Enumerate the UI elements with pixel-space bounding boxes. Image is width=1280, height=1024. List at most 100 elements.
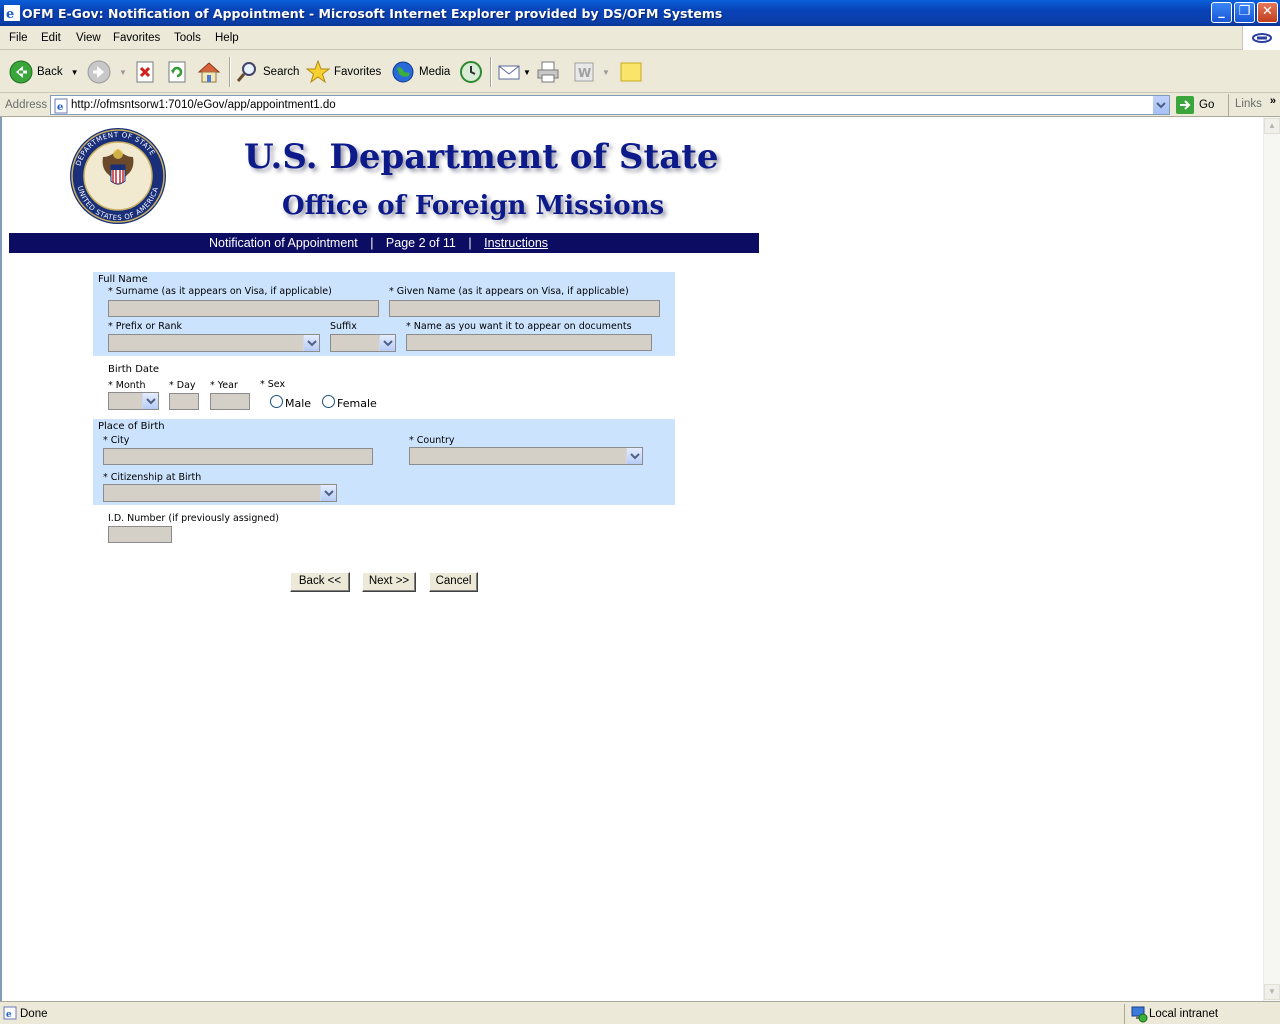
stop-icon — [136, 61, 154, 83]
suffix-select[interactable] — [330, 334, 396, 352]
form-nav-bar: Notification of Appointment | Page 2 of … — [9, 233, 759, 253]
toolbar: Back ▼ ▼ Search Favorites Media ▼ W ▼ — [0, 51, 1280, 93]
birth-city-input[interactable] — [103, 448, 373, 465]
cancel-form-button[interactable]: Cancel — [429, 572, 478, 592]
birth-month-select[interactable] — [108, 392, 159, 410]
svg-text:e: e — [57, 102, 63, 113]
security-zone: Local intranet — [1124, 1004, 1280, 1024]
vertical-scrollbar[interactable]: ▲ ▼ — [1263, 117, 1280, 1001]
menu-file[interactable]: File — [9, 32, 28, 44]
department-seal-logo: DEPARTMENT OF STATE UNITED STATES OF AME… — [70, 128, 166, 224]
menu-view[interactable]: View — [76, 32, 101, 44]
given-name-input[interactable] — [389, 300, 660, 317]
form-title: Notification of Appointment — [209, 236, 358, 250]
back-dropdown-icon[interactable]: ▼ — [71, 68, 79, 77]
home-icon — [197, 62, 221, 83]
address-input[interactable]: e http://ofmsntsorw1:7010/eGov/app/appoi… — [50, 95, 1170, 115]
discuss-button[interactable] — [619, 59, 643, 85]
status-text: Done — [20, 1008, 48, 1020]
id-number-input[interactable] — [108, 526, 172, 543]
home-button[interactable] — [197, 59, 221, 85]
citizenship-label: * Citizenship at Birth — [103, 472, 202, 483]
city-label: * City — [103, 435, 130, 446]
local-intranet-icon — [1131, 1006, 1148, 1023]
birth-day-input[interactable] — [169, 393, 199, 410]
windows-logo-icon — [1242, 26, 1280, 50]
sex-label: * Sex — [260, 379, 286, 390]
refresh-button[interactable] — [166, 59, 188, 85]
instructions-link[interactable]: Instructions — [484, 236, 548, 250]
page-heading-subtitle: Office of Foreign Missions — [282, 191, 665, 221]
stop-button[interactable] — [134, 59, 156, 85]
menu-favorites[interactable]: Favorites — [113, 32, 160, 44]
history-button[interactable] — [459, 59, 483, 85]
chevron-right-icon[interactable]: » — [1270, 95, 1276, 107]
go-button[interactable]: Go — [1176, 96, 1214, 114]
scroll-down-button[interactable]: ▼ — [1264, 984, 1280, 1000]
year-label: * Year — [210, 380, 238, 391]
prefix-select[interactable] — [108, 334, 320, 352]
prefix-label: * Prefix or Rank — [108, 321, 182, 332]
svg-text:e: e — [6, 1010, 12, 1020]
page-icon: e — [54, 98, 68, 114]
favorites-button[interactable]: Favorites — [306, 59, 381, 85]
birth-country-select[interactable] — [409, 447, 643, 465]
media-globe-icon — [392, 61, 414, 83]
edit-button[interactable]: W ▼ — [572, 59, 610, 85]
refresh-icon — [168, 61, 186, 83]
close-button[interactable]: ✕ — [1257, 2, 1278, 23]
chevron-down-icon — [324, 490, 334, 497]
menu-bar: File Edit View Favorites Tools Help — [0, 26, 1280, 50]
citizenship-select[interactable] — [103, 484, 337, 502]
edit-dropdown-icon[interactable]: ▼ — [602, 68, 610, 77]
chevron-down-icon — [1156, 102, 1166, 109]
zone-label: Local intranet — [1149, 1008, 1219, 1020]
menu-tools[interactable]: Tools — [174, 32, 201, 44]
sex-male-radio[interactable] — [270, 395, 283, 408]
minimize-button[interactable]: _ — [1211, 2, 1232, 23]
male-label: Male — [285, 397, 312, 410]
svg-text:W: W — [578, 66, 591, 80]
document-name-label: * Name as you want it to appear on docum… — [406, 321, 632, 332]
document-name-input[interactable] — [406, 334, 652, 351]
menu-help[interactable]: Help — [215, 32, 239, 44]
given-name-label: * Given Name (as it appears on Visa, if … — [389, 286, 629, 297]
page-indicator: Page 2 of 11 — [385, 236, 456, 250]
menu-edit[interactable]: Edit — [41, 32, 61, 44]
next-form-button[interactable]: Next >> — [362, 572, 416, 592]
scroll-up-button[interactable]: ▲ — [1264, 118, 1280, 134]
place-of-birth-section: Place of Birth * City * Country * Citize… — [93, 419, 675, 505]
print-button[interactable] — [536, 59, 560, 85]
back-button[interactable]: Back ▼ — [9, 59, 79, 85]
ie-icon: e — [4, 5, 20, 21]
links-toolbar[interactable]: Links » — [1228, 94, 1280, 116]
sex-female-radio[interactable] — [322, 395, 335, 408]
back-form-button[interactable]: Back << — [290, 572, 350, 592]
address-bar: Address e http://ofmsntsorw1:7010/eGov/a… — [0, 94, 1280, 117]
title-bar: e OFM E-Gov: Notification of Appointment… — [0, 0, 1280, 26]
page-done-icon: e — [3, 1006, 17, 1020]
surname-label: * Surname (as it appears on Visa, if app… — [108, 286, 332, 297]
place-of-birth-heading: Place of Birth — [98, 421, 165, 432]
id-number-label: I.D. Number (if previously assigned) — [108, 513, 279, 524]
day-label: * Day — [169, 380, 196, 391]
forward-button[interactable]: ▼ — [87, 59, 127, 85]
surname-input[interactable] — [108, 300, 379, 317]
print-icon — [537, 61, 559, 83]
mail-dropdown-icon[interactable]: ▼ — [523, 68, 531, 77]
chevron-down-icon — [307, 340, 317, 347]
birth-year-input[interactable] — [210, 393, 250, 410]
full-name-heading: Full Name — [98, 274, 148, 285]
mail-icon — [498, 65, 520, 80]
svg-text:e: e — [6, 7, 14, 21]
search-button[interactable]: Search — [235, 59, 299, 85]
forward-dropdown-icon: ▼ — [119, 67, 127, 77]
mail-button[interactable]: ▼ — [497, 59, 531, 85]
chevron-down-icon — [146, 398, 156, 405]
go-arrow-icon — [1176, 96, 1194, 114]
media-button[interactable]: Media — [391, 59, 450, 85]
month-label: * Month — [108, 380, 146, 391]
maximize-button[interactable]: ❐ — [1234, 2, 1255, 23]
country-label: * Country — [409, 435, 455, 446]
address-dropdown-button[interactable] — [1152, 96, 1169, 114]
